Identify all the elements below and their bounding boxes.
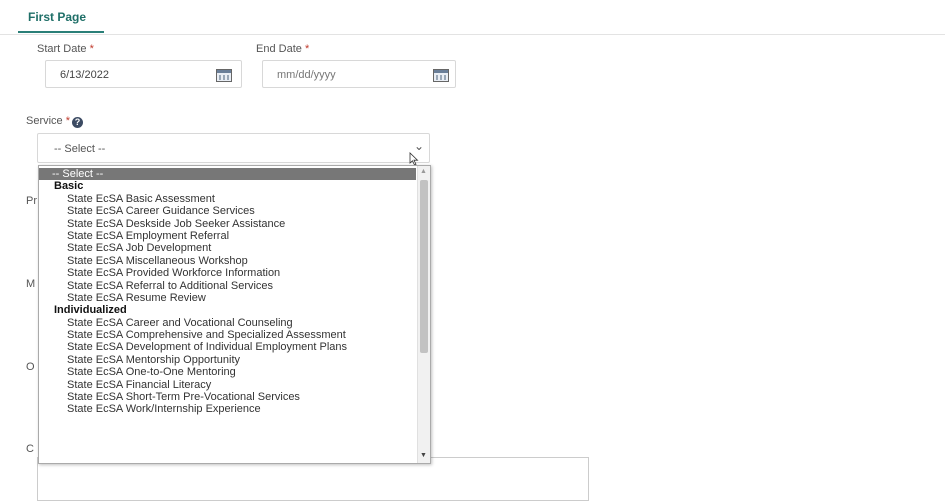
hidden-field-label: Pr bbox=[26, 195, 37, 207]
hidden-field-label: O bbox=[26, 361, 35, 373]
dropdown-option[interactable]: State EcSA Career Guidance Services bbox=[39, 205, 416, 217]
dropdown-option[interactable]: State EcSA Job Development bbox=[39, 242, 416, 254]
dropdown-option[interactable]: State EcSA Work/Internship Experience bbox=[39, 403, 416, 415]
calendar-icon[interactable] bbox=[216, 69, 232, 82]
dropdown-option-placeholder[interactable]: -- Select -- bbox=[39, 168, 416, 181]
service-select[interactable]: -- Select -- ⌄ bbox=[37, 133, 430, 163]
tab-bar: First Page bbox=[0, 0, 945, 35]
dropdown-option[interactable]: State EcSA Resume Review bbox=[39, 292, 416, 304]
dropdown-option[interactable]: State EcSA Development of Individual Emp… bbox=[39, 341, 416, 353]
required-marker: * bbox=[65, 115, 71, 127]
scroll-up-arrow-icon[interactable]: ▲ bbox=[420, 168, 427, 175]
dropdown-option[interactable]: State EcSA Referral to Additional Servic… bbox=[39, 280, 416, 292]
active-tab-indicator bbox=[18, 31, 104, 33]
calendar-icon[interactable] bbox=[433, 69, 449, 82]
service-label: Service *? bbox=[26, 115, 84, 128]
help-icon[interactable]: ? bbox=[72, 117, 84, 128]
dropdown-option[interactable]: State EcSA Financial Literacy bbox=[39, 379, 416, 391]
dropdown-option[interactable]: State EcSA Provided Workforce Informatio… bbox=[39, 267, 416, 279]
dropdown-option[interactable]: State EcSA Miscellaneous Workshop bbox=[39, 255, 416, 267]
dropdown-option[interactable]: State EcSA Comprehensive and Specialized… bbox=[39, 329, 416, 341]
optgroup-individualized: Individualized bbox=[54, 304, 127, 317]
start-date-input[interactable]: 6/13/2022 bbox=[45, 60, 242, 88]
dropdown-option[interactable]: State EcSA Mentorship Opportunity bbox=[39, 354, 416, 366]
required-marker: * bbox=[304, 43, 310, 55]
scroll-down-arrow-icon[interactable]: ▼ bbox=[420, 452, 427, 459]
end-date-label-text: End Date bbox=[256, 43, 302, 55]
hidden-field-label: M bbox=[26, 278, 36, 290]
tab-first-page[interactable]: First Page bbox=[28, 10, 86, 24]
dropdown-option[interactable]: State EcSA Basic Assessment bbox=[39, 193, 416, 205]
dropdown-options: -- Select -- Basic State EcSA Basic Asse… bbox=[39, 168, 416, 416]
chevron-down-icon: ⌄ bbox=[414, 139, 425, 153]
hidden-field-label: C bbox=[26, 443, 34, 455]
required-marker: * bbox=[89, 43, 94, 55]
scrollbar-thumb[interactable] bbox=[420, 180, 428, 353]
dropdown-scrollbar[interactable]: ▲ ▼ bbox=[417, 166, 430, 463]
optgroup-basic: Basic bbox=[54, 180, 84, 193]
dropdown-option[interactable]: State EcSA Deskside Job Seeker Assistanc… bbox=[39, 218, 416, 230]
service-dropdown-list[interactable]: -- Select -- Basic State EcSA Basic Asse… bbox=[38, 165, 431, 464]
start-date-label: Start Date * bbox=[37, 43, 94, 55]
start-date-label-text: Start Date bbox=[37, 43, 87, 55]
end-date-label: End Date * bbox=[256, 43, 309, 55]
mouse-cursor-icon bbox=[409, 152, 419, 166]
dropdown-option[interactable]: State EcSA Short-Term Pre-Vocational Ser… bbox=[39, 391, 416, 403]
dropdown-option[interactable]: State EcSA One-to-One Mentoring bbox=[39, 366, 416, 378]
dropdown-option[interactable]: State EcSA Employment Referral bbox=[39, 230, 416, 242]
start-date-value: 6/13/2022 bbox=[60, 69, 109, 81]
end-date-placeholder: mm/dd/yyyy bbox=[277, 69, 336, 81]
dropdown-option[interactable]: State EcSA Career and Vocational Counsel… bbox=[39, 317, 416, 329]
service-selected-value: -- Select -- bbox=[54, 143, 106, 155]
end-date-input[interactable]: mm/dd/yyyy bbox=[262, 60, 456, 88]
service-label-text: Service bbox=[26, 115, 63, 127]
